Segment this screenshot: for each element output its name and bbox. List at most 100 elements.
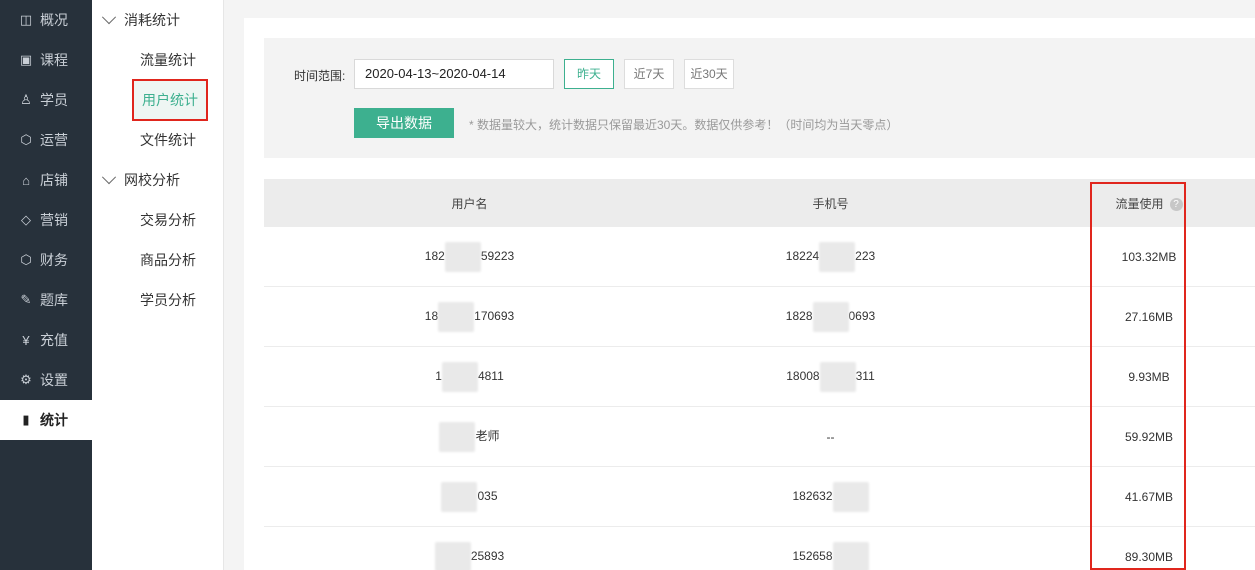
main-sidebar: ◫ 概况 ▣ 课程 ♙ 学员 ⬡ 运营 ⌂ 店铺 ◇ 营销 ⬡ 财务 ✎ 题库 ¥ 充值 ⚙ 设置 ▮ 统计 xyxy=(0,0,92,570)
cell-phone-visible-end: 311 xyxy=(855,368,875,383)
cell-username: 035 xyxy=(264,481,675,512)
sidebar-item-8[interactable]: ¥ 充值 xyxy=(0,320,92,360)
time-range-label: 时间范围: xyxy=(294,69,346,83)
filter-panel: 时间范围: 2020-04-13~2020-04-14 昨天 近7天 近30天 … xyxy=(264,38,1255,158)
data-hint: * 数据量较大，统计数据只保留最近30天。数据仅供参考！（时间均为当天零点） xyxy=(469,118,899,132)
sidebar-item-label: 营销 xyxy=(40,212,68,228)
sidebar-item-label: 课程 xyxy=(40,52,68,68)
cell-phone: 18008 311 xyxy=(675,361,986,392)
sidebar-item-6[interactable]: ⬡ 财务 xyxy=(0,240,92,280)
redacted-blur xyxy=(441,361,478,392)
sidebar-item-7[interactable]: ✎ 题库 xyxy=(0,280,92,320)
redacted-blur xyxy=(434,541,471,570)
header-username[interactable]: 用户名 xyxy=(264,195,675,212)
chart-screen-icon: ◫ xyxy=(19,12,33,27)
cell-phone: -- xyxy=(675,430,986,444)
cell-flow-usage: 41.67MB xyxy=(1124,489,1174,504)
cell-flow-usage: 27.16MB xyxy=(1124,309,1174,324)
cell-phone: 1828 0693 xyxy=(675,301,986,332)
date-range-input[interactable]: 2020-04-13~2020-04-14 xyxy=(354,59,554,89)
header-flow-usage-label: 流量使用 xyxy=(1115,196,1164,211)
cell-phone-visible-start: 152658 xyxy=(792,548,833,563)
table-row: 18 170693 1828 0693 27.16MB xyxy=(264,287,1255,347)
yesterday-button[interactable]: 昨天 xyxy=(564,59,614,89)
sidebar-item-3[interactable]: ⬡ 运营 xyxy=(0,120,92,160)
cell-username-visible-end: 170693 xyxy=(474,308,515,323)
subnav-group-label: 消耗统计 xyxy=(124,12,180,28)
cell-username-visible-start: 182 xyxy=(424,248,445,263)
subnav-item-1-2[interactable]: 学员分析 xyxy=(92,280,223,320)
sidebar-item-4[interactable]: ⌂ 店铺 xyxy=(0,160,92,200)
cell-username: 老师 xyxy=(264,421,675,452)
sidebar-item-label: 财务 xyxy=(40,252,68,268)
subnav-group-label: 网校分析 xyxy=(124,172,180,188)
cell-phone-visible-start: 182632 xyxy=(792,488,833,503)
header-flow-usage[interactable]: 流量使用? xyxy=(1079,195,1219,212)
redacted-blur xyxy=(819,361,856,392)
last-7-days-button[interactable]: 近7天 xyxy=(624,59,674,89)
last-30-days-button[interactable]: 近30天 xyxy=(684,59,734,89)
cell-flow-usage: 9.93MB xyxy=(1128,369,1170,384)
subnav-item-0-2[interactable]: 文件统计 xyxy=(92,120,223,160)
subnav-item-0-0[interactable]: 流量统计 xyxy=(92,40,223,80)
cell-phone: 152658 xyxy=(675,541,986,570)
table-row: 1 4811 18008 311 9.93MB xyxy=(264,347,1255,407)
table-row: 035 182632 41.67MB xyxy=(264,467,1255,527)
table-row: 老师 -- 59.92MB xyxy=(264,407,1255,467)
table-row: 25893 152658 89.30MB xyxy=(264,527,1255,570)
sidebar-item-label: 学员 xyxy=(40,92,68,108)
yen-icon: ¥ xyxy=(22,332,30,348)
main-content: 时间范围: 2020-04-13~2020-04-14 昨天 近7天 近30天 … xyxy=(244,18,1255,570)
table-body: 182 59223 18224 223 103.32MB 18 170693 1828 0693… xyxy=(264,227,1255,570)
cube-icon: ⬡ xyxy=(20,132,32,147)
subnav-group-0[interactable]: 消耗统计 xyxy=(92,0,223,40)
cell-phone-visible-start: 18008 xyxy=(786,368,820,383)
subnav-item-1-0[interactable]: 交易分析 xyxy=(92,200,223,240)
table-header: 用户名 手机号 流量使用? xyxy=(264,179,1255,227)
sidebar-item-9[interactable]: ⚙ 设置 xyxy=(0,360,92,400)
chevron-down-icon xyxy=(101,10,117,25)
sidebar-item-label: 店铺 xyxy=(40,172,68,188)
header-phone[interactable]: 手机号 xyxy=(675,195,986,212)
cell-username: 182 59223 xyxy=(264,241,675,272)
cell-phone-visible-end: 0693 xyxy=(848,308,876,323)
cell-username-visible-start: 18 xyxy=(424,308,439,323)
sidebar-item-label: 统计 xyxy=(40,412,68,428)
book-icon: ▣ xyxy=(19,52,33,67)
user-stats-table: 用户名 手机号 流量使用? 182 59223 18224 223 103.32MB 18… xyxy=(264,179,1255,570)
help-icon[interactable]: ? xyxy=(1169,197,1183,211)
sidebar-item-0[interactable]: ◫ 概况 xyxy=(0,0,92,40)
redacted-blur xyxy=(812,301,849,332)
user-icon: ♙ xyxy=(20,92,32,107)
sidebar-item-10[interactable]: ▮ 统计 xyxy=(0,400,92,440)
cell-username: 1 4811 xyxy=(264,361,675,392)
subnav-item-0-1[interactable]: 用户统计 xyxy=(132,79,208,121)
cell-username-visible-end: 035 xyxy=(477,488,498,503)
sidebar-item-2[interactable]: ♙ 学员 xyxy=(0,80,92,120)
subnav-item-1-1[interactable]: 商品分析 xyxy=(92,240,223,280)
redacted-blur xyxy=(438,301,475,332)
redacted-blur xyxy=(439,421,476,452)
chevron-down-icon xyxy=(101,170,117,185)
export-data-button[interactable]: 导出数据 xyxy=(354,108,454,138)
cube-icon: ⬡ xyxy=(20,252,32,267)
store-icon: ⌂ xyxy=(22,172,30,188)
sidebar-item-5[interactable]: ◇ 营销 xyxy=(0,200,92,240)
sidebar-item-label: 运营 xyxy=(40,132,68,148)
bar-chart-icon: ▮ xyxy=(22,412,30,427)
sidebar-item-label: 设置 xyxy=(40,372,68,388)
redacted-blur xyxy=(441,481,478,512)
sidebar-item-label: 题库 xyxy=(40,292,68,308)
cell-flow-usage: 89.30MB xyxy=(1124,549,1174,564)
cell-username-visible-end: 59223 xyxy=(480,248,515,263)
subnav-group-1[interactable]: 网校分析 xyxy=(92,160,223,200)
cell-username-visible-end: 老师 xyxy=(475,428,500,443)
cell-phone-visible-start: 1828 xyxy=(785,308,813,323)
sidebar-item-1[interactable]: ▣ 课程 xyxy=(0,40,92,80)
pen-icon: ✎ xyxy=(20,292,32,307)
cell-phone-visible-end: 223 xyxy=(855,248,876,263)
cell-username: 18 170693 xyxy=(264,301,675,332)
cell-phone-visible-start: -- xyxy=(826,429,835,444)
cell-flow-usage: 59.92MB xyxy=(1124,429,1174,444)
sidebar-item-label: 充值 xyxy=(40,332,68,348)
